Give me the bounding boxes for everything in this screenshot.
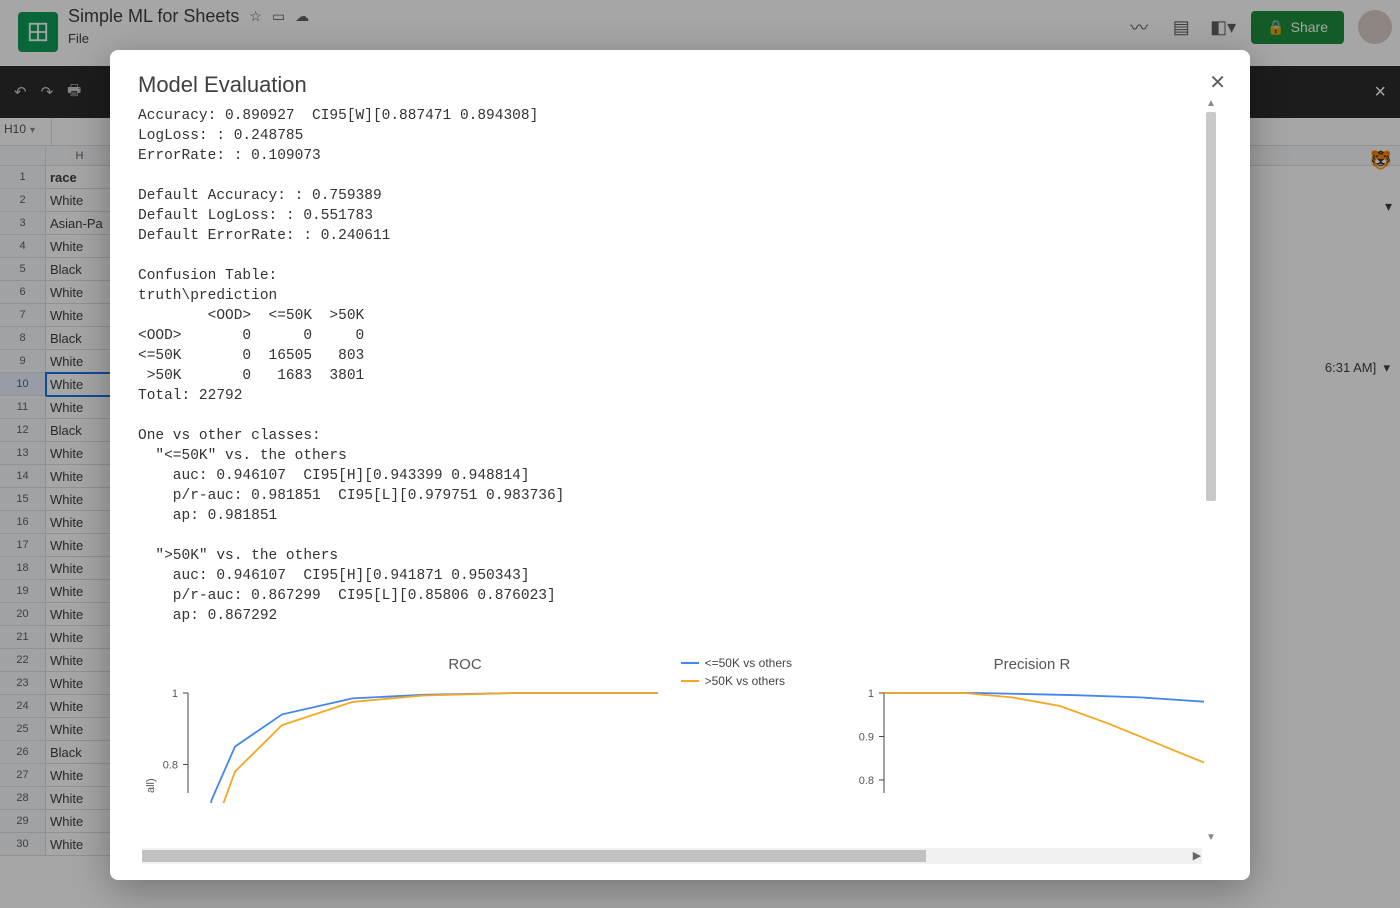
pr-chart: Precision R 1 0.9 0.8 xyxy=(842,656,1222,808)
pr-svg: 1 0.9 0.8 xyxy=(842,683,1222,803)
pr-title: Precision R xyxy=(842,656,1222,673)
svg-text:0.8: 0.8 xyxy=(163,759,178,771)
close-icon[interactable]: ✕ xyxy=(1209,70,1226,95)
dialog-title: Model Evaluation xyxy=(138,72,1222,98)
svg-text:0.8: 0.8 xyxy=(859,775,874,787)
roc-chart: ROC <=50K vs others >50K vs others 10.8a… xyxy=(138,656,792,808)
scroll-right-icon[interactable]: ▶ xyxy=(1190,848,1204,864)
scroll-down-icon[interactable]: ▼ xyxy=(1204,832,1218,846)
vertical-scrollbar[interactable]: ▲ ▼ xyxy=(1204,98,1218,846)
svg-text:1: 1 xyxy=(868,688,874,700)
model-evaluation-dialog: Model Evaluation ✕ Accuracy: 0.890927 CI… xyxy=(110,50,1250,880)
roc-legend: <=50K vs others >50K vs others xyxy=(681,656,792,692)
dialog-scroll-area[interactable]: Accuracy: 0.890927 CI95[W][0.887471 0.89… xyxy=(138,98,1222,870)
svg-text:0.9: 0.9 xyxy=(859,731,874,743)
svg-text:1: 1 xyxy=(172,688,178,700)
evaluation-text: Accuracy: 0.890927 CI95[W][0.887471 0.89… xyxy=(138,106,1222,626)
v-scroll-thumb[interactable] xyxy=(1206,112,1216,501)
charts-row: ROC <=50K vs others >50K vs others 10.8a… xyxy=(138,656,1222,808)
roc-svg: 1 0.8 all) xyxy=(138,683,698,803)
scroll-up-icon[interactable]: ▲ xyxy=(1204,98,1218,112)
svg-text:all): all) xyxy=(145,778,157,793)
horizontal-scrollbar[interactable]: ◀ ▶ xyxy=(142,848,1202,864)
h-scroll-thumb[interactable] xyxy=(142,850,926,862)
